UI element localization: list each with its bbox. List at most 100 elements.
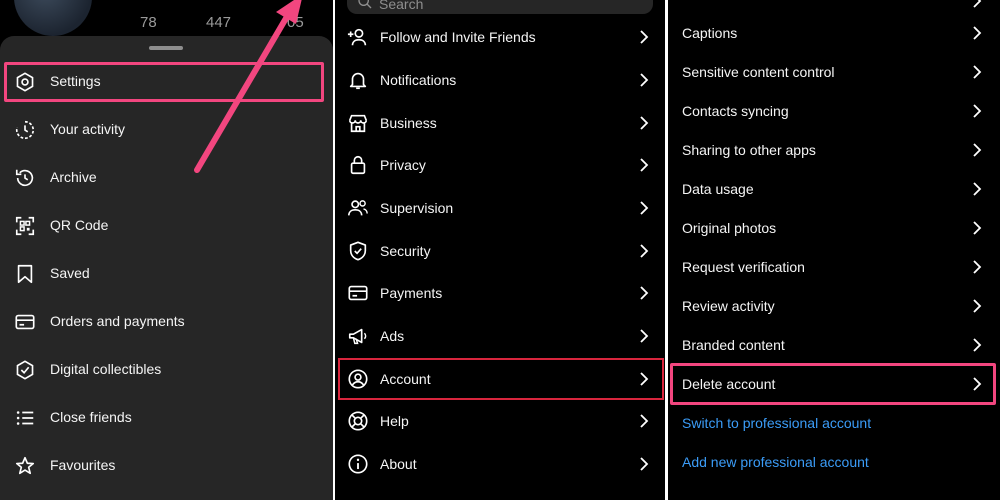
activity-clock-icon: [14, 119, 36, 141]
account-item-contacts[interactable]: Contacts syncing: [668, 92, 1000, 131]
account-item-branded[interactable]: Branded content: [668, 326, 1000, 365]
delete-account-highlight-box: [670, 363, 996, 405]
chevron-right-icon: [970, 259, 984, 275]
menu-item-qr-code[interactable]: QR Code: [0, 203, 333, 251]
account-item-label: Request verification: [682, 259, 805, 275]
menu-item-label: Saved: [50, 265, 90, 281]
menu-item-label: Your activity: [50, 121, 125, 137]
posts-count[interactable]: 78: [140, 14, 157, 31]
menu-item-close-friends[interactable]: Close friends: [0, 395, 333, 443]
chevron-right-icon: [637, 29, 651, 45]
list-icon: [14, 407, 36, 429]
account-item-label: Data usage: [682, 181, 754, 197]
profile-menu-panel: 78 447 05 Settings Your activity Archive…: [0, 0, 333, 500]
menu-item-your-activity[interactable]: Your activity: [0, 107, 333, 155]
settings-panel: Search Follow and Invite Friends Notific…: [335, 0, 665, 500]
chevron-right-icon: [637, 115, 651, 131]
settings-item-ads[interactable]: Ads: [335, 315, 665, 357]
settings-item-label: Ads: [380, 328, 405, 344]
followers-count[interactable]: 447: [206, 14, 231, 31]
bell-icon: [347, 69, 369, 91]
chevron-right-icon: [637, 243, 651, 259]
chevron-right-icon: [637, 328, 651, 344]
drag-handle[interactable]: [149, 46, 183, 50]
shield-icon: [347, 240, 369, 262]
menu-item-saved[interactable]: Saved: [0, 251, 333, 299]
chevron-right-icon: [970, 0, 984, 9]
search-input[interactable]: Search: [347, 0, 653, 14]
account-item-label: Review activity: [682, 298, 775, 314]
card-icon: [14, 311, 36, 333]
menu-item-collectibles[interactable]: Digital collectibles: [0, 347, 333, 395]
account-settings-panel: Captions Sensitive content control Conta…: [668, 0, 1000, 500]
badge-check-icon: [14, 359, 36, 381]
settings-item-label: About: [380, 456, 417, 472]
chevron-right-icon: [970, 142, 984, 158]
account-item-sensitive[interactable]: Sensitive content control: [668, 53, 1000, 92]
menu-item-orders[interactable]: Orders and payments: [0, 299, 333, 347]
settings-item-business[interactable]: Business: [335, 102, 665, 144]
menu-item-label: QR Code: [50, 217, 109, 233]
lifebuoy-icon: [347, 410, 369, 432]
megaphone-icon: [347, 325, 369, 347]
card-icon: [347, 282, 369, 304]
settings-item-notifications[interactable]: Notifications: [335, 59, 665, 101]
people-icon: [347, 197, 369, 219]
search-placeholder: Search: [379, 0, 424, 12]
menu-item-favourites[interactable]: Favourites: [0, 443, 333, 491]
settings-item-label: Help: [380, 413, 409, 429]
settings-item-label: Privacy: [380, 157, 426, 173]
archive-clock-icon: [14, 167, 36, 189]
add-professional-link[interactable]: Add new professional account: [668, 443, 1000, 482]
account-item-original-photos[interactable]: Original photos: [668, 209, 1000, 248]
chevron-right-icon: [637, 157, 651, 173]
settings-item-label: Business: [380, 115, 437, 131]
chevron-right-icon: [970, 337, 984, 353]
account-item-sharing[interactable]: Sharing to other apps: [668, 131, 1000, 170]
settings-item-supervision[interactable]: Supervision: [335, 187, 665, 229]
settings-item-label: Follow and Invite Friends: [380, 29, 536, 45]
settings-item-label: Notifications: [380, 72, 457, 88]
account-item-review-activity[interactable]: Review activity: [668, 287, 1000, 326]
menu-item-label: Favourites: [50, 457, 116, 473]
chevron-right-icon: [970, 25, 984, 41]
account-item-data-usage[interactable]: Data usage: [668, 170, 1000, 209]
settings-item-about[interactable]: About: [335, 443, 665, 485]
menu-item-label: Digital collectibles: [50, 361, 162, 377]
menu-item-label: Close friends: [50, 409, 132, 425]
switch-professional-link[interactable]: Switch to professional account: [668, 404, 1000, 443]
chevron-right-icon: [970, 220, 984, 236]
bookmark-icon: [14, 263, 36, 285]
chevron-right-icon: [637, 456, 651, 472]
search-icon: [357, 0, 373, 10]
settings-item-payments[interactable]: Payments: [335, 272, 665, 314]
account-item-label: Sensitive content control: [682, 64, 835, 80]
account-item-label: Sharing to other apps: [682, 142, 816, 158]
chevron-right-icon: [970, 103, 984, 119]
avatar[interactable]: [14, 0, 92, 36]
chevron-right-icon: [637, 72, 651, 88]
settings-item-label: Security: [380, 243, 431, 259]
account-item-verification[interactable]: Request verification: [668, 248, 1000, 287]
settings-item-follow[interactable]: Follow and Invite Friends: [335, 16, 665, 58]
chevron-right-icon: [970, 181, 984, 197]
chevron-right-icon: [637, 285, 651, 301]
settings-highlight-box: [4, 62, 324, 102]
settings-item-privacy[interactable]: Privacy: [335, 144, 665, 186]
following-count[interactable]: 05: [287, 14, 304, 31]
link-label: Add new professional account: [682, 454, 869, 470]
account-item-captions[interactable]: Captions: [668, 14, 1000, 53]
store-icon: [347, 112, 369, 134]
settings-item-help[interactable]: Help: [335, 400, 665, 442]
account-item-label: Contacts syncing: [682, 103, 789, 119]
menu-item-label: Orders and payments: [50, 313, 185, 329]
chevron-right-icon: [970, 64, 984, 80]
settings-item-label: Payments: [380, 285, 443, 301]
chevron-right-icon: [970, 298, 984, 314]
account-item-label: Original photos: [682, 220, 777, 236]
menu-item-label: Archive: [50, 169, 97, 185]
account-item-label: Branded content: [682, 337, 785, 353]
settings-item-security[interactable]: Security: [335, 230, 665, 272]
menu-item-archive[interactable]: Archive: [0, 155, 333, 203]
info-icon: [347, 453, 369, 475]
